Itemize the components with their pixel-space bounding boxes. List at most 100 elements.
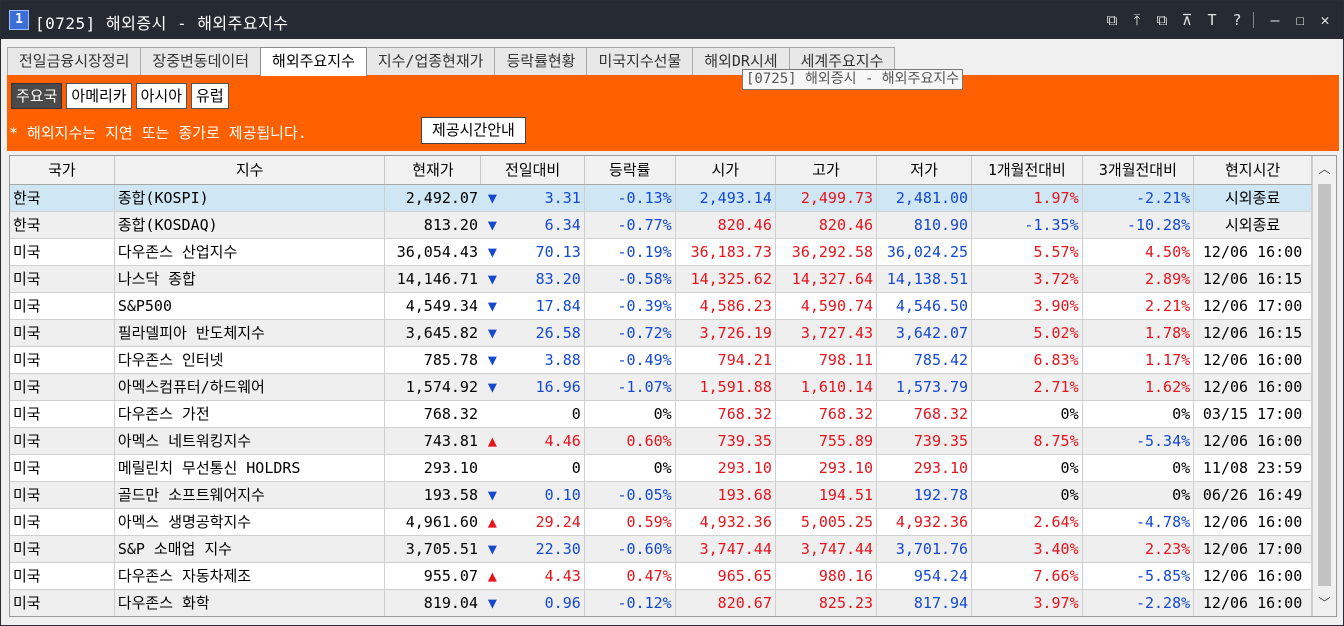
region-tab-1[interactable]: 아메리카 (66, 83, 132, 109)
table-row[interactable]: 미국 아멕스 네트워킹지수 743.81 ▲ 4.46 0.60% 739.35 755.89… (10, 427, 1312, 455)
open-cell: 739.35 (675, 427, 776, 455)
table-row[interactable]: 한국 종합(KOSPI) 2,492.07 ▼ 3.31 -0.13% 2,493.14 2,… (10, 184, 1312, 212)
direction-arrow-icon: ▲ (480, 427, 504, 455)
low-cell: 954.24 (876, 562, 973, 590)
table-row[interactable]: 미국 다우존스 화학 819.04 ▼ 0.96 -0.12% 820.67 825.23 81… (10, 589, 1312, 616)
scroll-thumb[interactable] (1318, 184, 1331, 586)
high-cell: 36,292.58 (775, 238, 878, 266)
tab-2[interactable]: 해외주요지수 (260, 47, 367, 76)
always-on-top-icon[interactable]: ⤒ (1127, 9, 1147, 31)
maximize-icon[interactable]: ☐ (1290, 9, 1310, 31)
low-cell: 293.10 (876, 454, 973, 482)
direction-arrow-icon: ▼ (480, 373, 504, 401)
column-header[interactable]: 전일대비 (480, 156, 585, 185)
change-cell: 83.20 (503, 265, 585, 293)
table-row[interactable]: 미국 나스닥 종합 14,146.71 ▼ 83.20 -0.58% 14,325.62 14… (10, 265, 1312, 293)
table-row[interactable]: 미국 S&P500 4,549.34 ▼ 17.84 -0.39% 4,586.23 4,59… (10, 292, 1312, 320)
table-row[interactable]: 미국 다우존스 자동차제조 955.07 ▲ 4.43 0.47% 965.65 980.16… (10, 562, 1312, 590)
scroll-up-arrow-icon[interactable]: ︿ (1313, 158, 1336, 180)
current-price-cell: 3,645.82 (384, 319, 481, 347)
screen-number-badge[interactable]: 1 (9, 10, 29, 30)
three-month-change-cell: 1.17% (1082, 346, 1195, 374)
scroll-down-arrow-icon[interactable]: ﹀ (1313, 592, 1336, 614)
tab-1[interactable]: 장중변동데이터 (140, 47, 262, 75)
open-cell: 4,586.23 (675, 292, 776, 320)
rate-cell: 0% (584, 454, 676, 482)
column-header[interactable]: 고가 (775, 156, 878, 185)
column-header[interactable]: 3개월전대비 (1082, 156, 1195, 185)
rate-cell: -0.49% (584, 346, 676, 374)
index-name-cell: 필라델피아 반도체지수 (114, 319, 386, 347)
region-tab-0[interactable]: 주요국 (11, 83, 63, 109)
table-row[interactable]: 미국 필라델피아 반도체지수 3,645.82 ▼ 26.58 -0.72% 3,726.1… (10, 319, 1312, 347)
one-month-change-cell: 2.71% (971, 373, 1083, 401)
index-name-cell: 아멕스컴퓨터/하드웨어 (114, 373, 386, 401)
table-row[interactable]: 미국 메릴린치 무선통신 HOLDRS 293.10 0 0% 293.10 293.10 2… (10, 454, 1312, 482)
tab-3[interactable]: 지수/업종현재가 (365, 47, 496, 75)
current-price-cell: 14,146.71 (384, 265, 481, 293)
table-row[interactable]: 미국 다우존스 가전 768.32 0 0% 768.32 768.32 768.32 0% 0%… (10, 400, 1312, 428)
low-cell: 3,701.76 (876, 535, 973, 563)
duplicate-window-icon[interactable]: ⧉ (1152, 9, 1172, 31)
local-time-cell: 06/26 16:49 (1193, 481, 1312, 509)
three-month-change-cell: 2.23% (1082, 535, 1195, 563)
local-time-cell: 12/06 16:15 (1193, 265, 1312, 293)
table-body: 한국 종합(KOSPI) 2,492.07 ▼ 3.31 -0.13% 2,493.14 2,… (10, 184, 1312, 616)
open-cell: 14,325.62 (675, 265, 776, 293)
minimize-icon[interactable]: — (1265, 9, 1285, 31)
table-row[interactable]: 미국 S&P 소매업 지수 3,705.51 ▼ 22.30 -0.60% 3,747.44… (10, 535, 1312, 563)
current-price-cell: 819.04 (384, 589, 481, 616)
three-month-change-cell: 4.50% (1082, 238, 1195, 266)
close-icon[interactable]: ✕ (1315, 9, 1335, 31)
link-window-icon[interactable]: ⧉ (1102, 9, 1122, 31)
change-cell: 22.30 (503, 535, 585, 563)
pin-icon[interactable]: ⊼ (1177, 9, 1197, 31)
toolbar-divider (1253, 12, 1254, 28)
column-header[interactable]: 1개월전대비 (971, 156, 1083, 185)
index-name-cell: 다우존스 화학 (114, 589, 386, 616)
column-header[interactable]: 국가 (10, 156, 115, 185)
table-row[interactable]: 미국 아멕스 생명공학지수 4,961.60 ▲ 29.24 0.59% 4,932.36 5… (10, 508, 1312, 536)
window-controls: ⧉ ⤒ ⧉ ⊼ T ? — ☐ ✕ (1097, 9, 1335, 31)
low-cell: 36,024.25 (876, 238, 973, 266)
high-cell: 1,610.14 (775, 373, 878, 401)
index-name-cell: 골드만 소프트웨어지수 (114, 481, 386, 509)
high-cell: 194.51 (775, 481, 878, 509)
main-window: 1 [0725] 해외증시 - 해외주요지수 ⧉ ⤒ ⧉ ⊼ T ? — ☐ ✕… (0, 0, 1344, 626)
rate-cell: -1.07% (584, 373, 676, 401)
column-header[interactable]: 저가 (876, 156, 973, 185)
vertical-scrollbar[interactable]: ︿ ﹀ (1312, 156, 1336, 616)
column-header[interactable]: 시가 (675, 156, 776, 185)
table-row[interactable]: 미국 골드만 소프트웨어지수 193.58 ▼ 0.10 -0.05% 193.68 194.… (10, 481, 1312, 509)
column-header[interactable]: 현지시간 (1193, 156, 1312, 185)
region-tab-2[interactable]: 아시아 (135, 83, 188, 109)
high-cell: 14,327.64 (775, 265, 878, 293)
column-header[interactable]: 등락률 (584, 156, 676, 185)
tab-5[interactable]: 미국지수선물 (586, 47, 694, 75)
region-tab-3[interactable]: 유럽 (191, 83, 229, 109)
index-name-cell: 나스닥 종합 (114, 265, 386, 293)
index-name-cell: 다우존스 자동차제조 (114, 562, 386, 590)
change-cell: 0.10 (503, 481, 585, 509)
table-row[interactable]: 한국 종합(KOSDAQ) 813.20 ▼ 6.34 -0.77% 820.46 820.4… (10, 211, 1312, 239)
table-row[interactable]: 미국 다우존스 산업지수 36,054.43 ▼ 70.13 -0.19% 36,183.7… (10, 238, 1312, 266)
service-time-info-button[interactable]: 제공시간안내 (421, 117, 526, 144)
table-row[interactable]: 미국 다우존스 인터넷 785.78 ▼ 3.88 -0.49% 794.21 798.11 7… (10, 346, 1312, 374)
column-header[interactable]: 지수 (114, 156, 386, 185)
low-cell: 1,573.79 (876, 373, 973, 401)
current-price-cell: 813.20 (384, 211, 481, 239)
current-price-cell: 3,705.51 (384, 535, 481, 563)
index-name-cell: 다우존스 인터넷 (114, 346, 386, 374)
direction-arrow-icon: ▼ (480, 292, 504, 320)
tab-4[interactable]: 등락률현황 (494, 47, 588, 75)
open-cell: 293.10 (675, 454, 776, 482)
local-time-cell: 12/06 17:00 (1193, 535, 1312, 563)
direction-arrow-icon: ▼ (480, 535, 504, 563)
tab-0[interactable]: 전일금융시장정리 (7, 47, 142, 75)
font-size-icon[interactable]: T (1202, 9, 1222, 31)
change-cell: 26.58 (503, 319, 585, 347)
country-cell: 미국 (10, 427, 115, 455)
column-header[interactable]: 현재가 (384, 156, 482, 185)
table-row[interactable]: 미국 아멕스컴퓨터/하드웨어 1,574.92 ▼ 16.96 -1.07% 1,591.8… (10, 373, 1312, 401)
help-icon[interactable]: ? (1227, 9, 1247, 31)
